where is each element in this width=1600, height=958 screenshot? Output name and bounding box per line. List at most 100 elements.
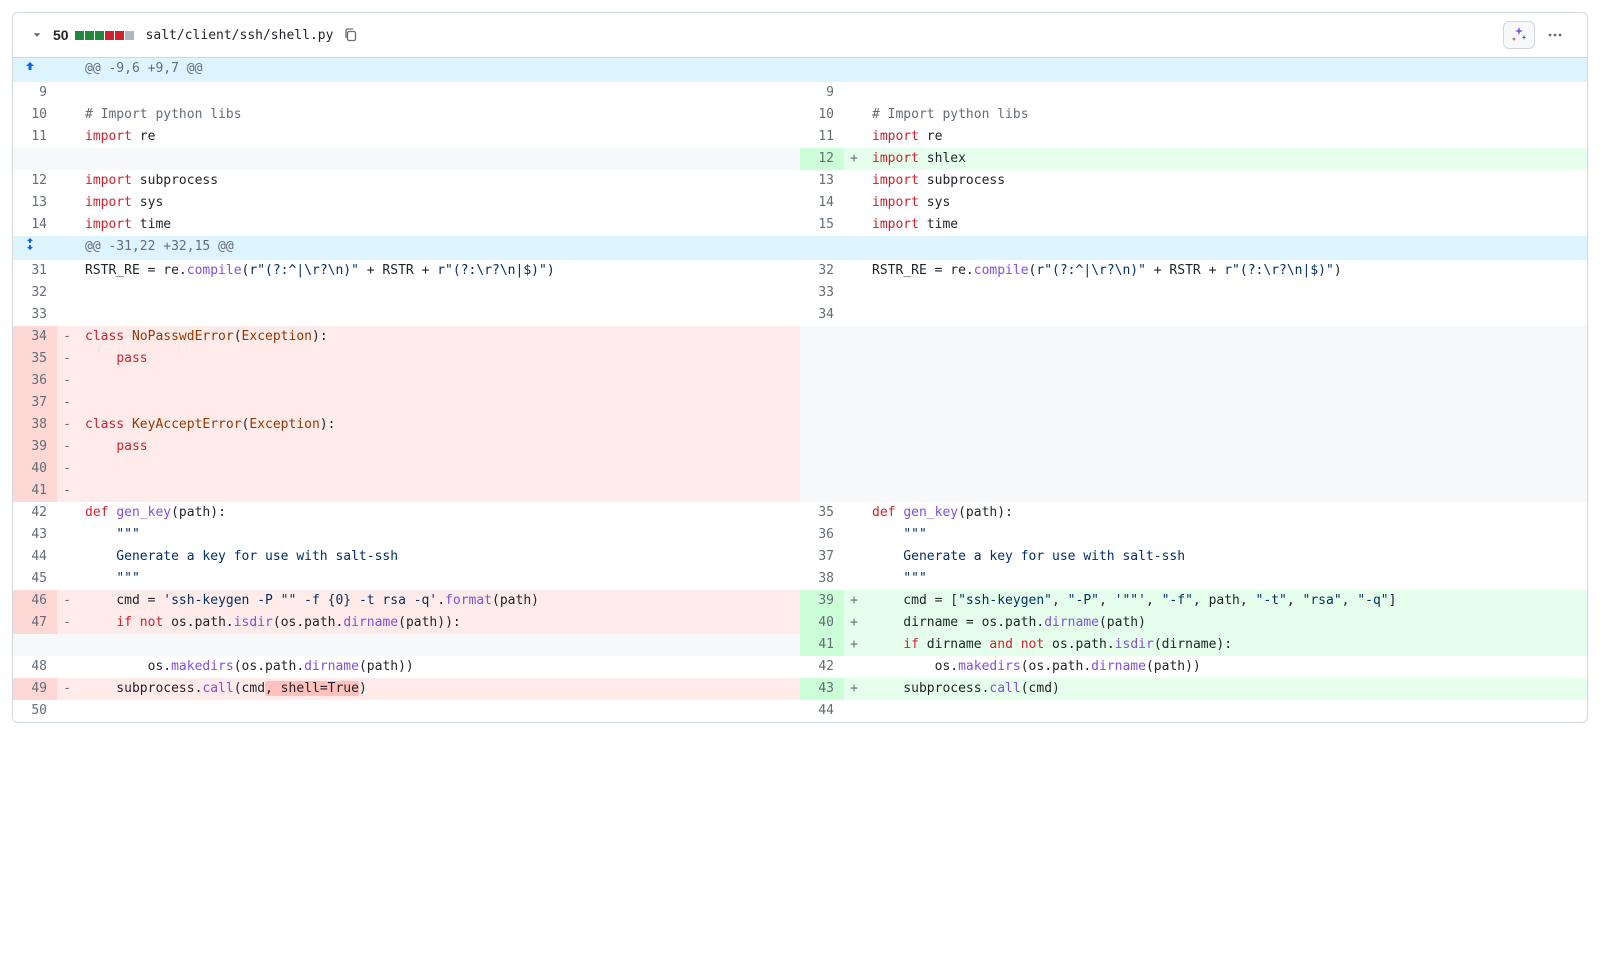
expand-button[interactable] (13, 58, 57, 82)
line-number-left[interactable]: 50 (13, 700, 57, 722)
line-number-right[interactable]: 32 (800, 260, 844, 282)
line-number-right[interactable]: 38 (800, 568, 844, 590)
diff-row: 14import time15import time (13, 214, 1587, 236)
line-number-right[interactable]: 9 (800, 82, 844, 104)
chevron-down-icon[interactable] (29, 27, 45, 43)
code-left: import sys (77, 192, 800, 214)
hunk-header: @@ -9,6 +9,7 @@ (77, 58, 1587, 82)
code-left: """ (77, 524, 800, 546)
code-right: import re (864, 126, 1587, 148)
diff-row: 12+import shlex (13, 148, 1587, 170)
line-number-right[interactable]: 39 (800, 590, 844, 612)
line-number-right[interactable]: 13 (800, 170, 844, 192)
line-number-right[interactable]: 44 (800, 700, 844, 722)
line-number-right[interactable]: 14 (800, 192, 844, 214)
diff-row: 44 Generate a key for use with salt-ssh 3… (13, 546, 1587, 568)
diff-row: 49- subprocess.call(cmd, shell=True)43+ … (13, 678, 1587, 700)
code-left (77, 700, 800, 722)
kebab-menu-icon[interactable] (1539, 21, 1571, 49)
file-header: 50 salt/client/ssh/shell.py (13, 13, 1587, 58)
code-left: def gen_key(path): (77, 502, 800, 524)
line-number-left[interactable]: 38 (13, 414, 57, 436)
line-number-left[interactable]: 33 (13, 304, 57, 326)
diff-row: 37- (13, 392, 1587, 414)
line-number-left[interactable]: 35 (13, 348, 57, 370)
line-number-right[interactable]: 11 (800, 126, 844, 148)
code-left: pass (77, 348, 800, 370)
code-right: Generate a key for use with salt-ssh (864, 546, 1587, 568)
code-right: """ (864, 524, 1587, 546)
line-number-left[interactable]: 12 (13, 170, 57, 192)
line-number-left[interactable]: 43 (13, 524, 57, 546)
diff-row: 38-class KeyAcceptError(Exception): (13, 414, 1587, 436)
line-number-left[interactable]: 40 (13, 458, 57, 480)
diff-row: 40- (13, 458, 1587, 480)
line-number-right[interactable]: 40 (800, 612, 844, 634)
line-number-right[interactable]: 33 (800, 282, 844, 304)
code-left: cmd = 'ssh-keygen -P "" -f {0} -t rsa -q… (77, 590, 800, 612)
code-left: RSTR_RE = re.compile(r"(?:^|\r?\n)" + RS… (77, 260, 800, 282)
line-number-right[interactable]: 36 (800, 524, 844, 546)
diff-row: 45 """38 """ (13, 568, 1587, 590)
line-number-left[interactable]: 47 (13, 612, 57, 634)
diff-row: @@ -9,6 +9,7 @@ (13, 58, 1587, 82)
ai-action-button[interactable] (1503, 21, 1535, 49)
code-right: RSTR_RE = re.compile(r"(?:^|\r?\n)" + RS… (864, 260, 1587, 282)
code-left: if not os.path.isdir(os.path.dirname(pat… (77, 612, 800, 634)
diff-row: 12import subprocess13import subprocess (13, 170, 1587, 192)
line-number-left[interactable]: 11 (13, 126, 57, 148)
diff-table: @@ -9,6 +9,7 @@9910# Import python libs1… (13, 58, 1587, 722)
diff-row: 31 RSTR_RE = re.compile(r"(?:^|\r?\n)" + … (13, 260, 1587, 282)
code-right (864, 304, 1587, 326)
diff-row: 41- (13, 480, 1587, 502)
line-number-left[interactable]: 9 (13, 82, 57, 104)
line-number-left[interactable]: 14 (13, 214, 57, 236)
line-number-left[interactable]: 44 (13, 546, 57, 568)
line-number-right[interactable]: 42 (800, 656, 844, 678)
code-left (77, 82, 800, 104)
diff-row: 34-class NoPasswdError(Exception): (13, 326, 1587, 348)
code-right: subprocess.call(cmd) (864, 678, 1587, 700)
line-number-right[interactable]: 43 (800, 678, 844, 700)
line-number-right[interactable]: 10 (800, 104, 844, 126)
code-left (77, 304, 800, 326)
line-number-left[interactable]: 45 (13, 568, 57, 590)
line-number-right[interactable]: 35 (800, 502, 844, 524)
line-number-left[interactable]: 41 (13, 480, 57, 502)
line-number-left[interactable]: 39 (13, 436, 57, 458)
file-path-link[interactable]: salt/client/ssh/shell.py (146, 28, 334, 43)
line-number-left[interactable]: 37 (13, 392, 57, 414)
diff-row: 48 os.makedirs(os.path.dirname(path))42 … (13, 656, 1587, 678)
line-number-left[interactable]: 31 (13, 260, 57, 282)
diff-row: 99 (13, 82, 1587, 104)
line-number-left[interactable]: 13 (13, 192, 57, 214)
line-number-left[interactable]: 48 (13, 656, 57, 678)
line-number-left[interactable]: 34 (13, 326, 57, 348)
line-number-left[interactable]: 49 (13, 678, 57, 700)
copy-path-icon[interactable] (341, 25, 361, 45)
line-number-right[interactable]: 12 (800, 148, 844, 170)
line-number-right[interactable]: 34 (800, 304, 844, 326)
line-number-left[interactable]: 32 (13, 282, 57, 304)
header-actions (1503, 21, 1571, 49)
line-number-left[interactable]: 36 (13, 370, 57, 392)
line-number-right[interactable]: 37 (800, 546, 844, 568)
code-right: dirname = os.path.dirname(path) (864, 612, 1587, 634)
line-number-right[interactable]: 41 (800, 634, 844, 656)
diff-row: 11import re11import re (13, 126, 1587, 148)
expand-button[interactable] (13, 236, 57, 260)
diff-row: 46- cmd = 'ssh-keygen -P "" -f {0} -t rs… (13, 590, 1587, 612)
line-number-right[interactable]: 15 (800, 214, 844, 236)
diff-row: 42def gen_key(path):35def gen_key(path): (13, 502, 1587, 524)
code-left: import subprocess (77, 170, 800, 192)
diff-row: @@ -31,22 +32,15 @@ (13, 236, 1587, 260)
hunk-header: @@ -31,22 +32,15 @@ (77, 236, 1587, 260)
code-left: class KeyAcceptError(Exception): (77, 414, 800, 436)
line-number-left[interactable]: 42 (13, 502, 57, 524)
code-left (77, 458, 800, 480)
diff-row: 13import sys14import sys (13, 192, 1587, 214)
diffstat-count: 50 (53, 27, 69, 43)
code-left: # Import python libs (77, 104, 800, 126)
line-number-left[interactable]: 46 (13, 590, 57, 612)
line-number-left[interactable]: 10 (13, 104, 57, 126)
